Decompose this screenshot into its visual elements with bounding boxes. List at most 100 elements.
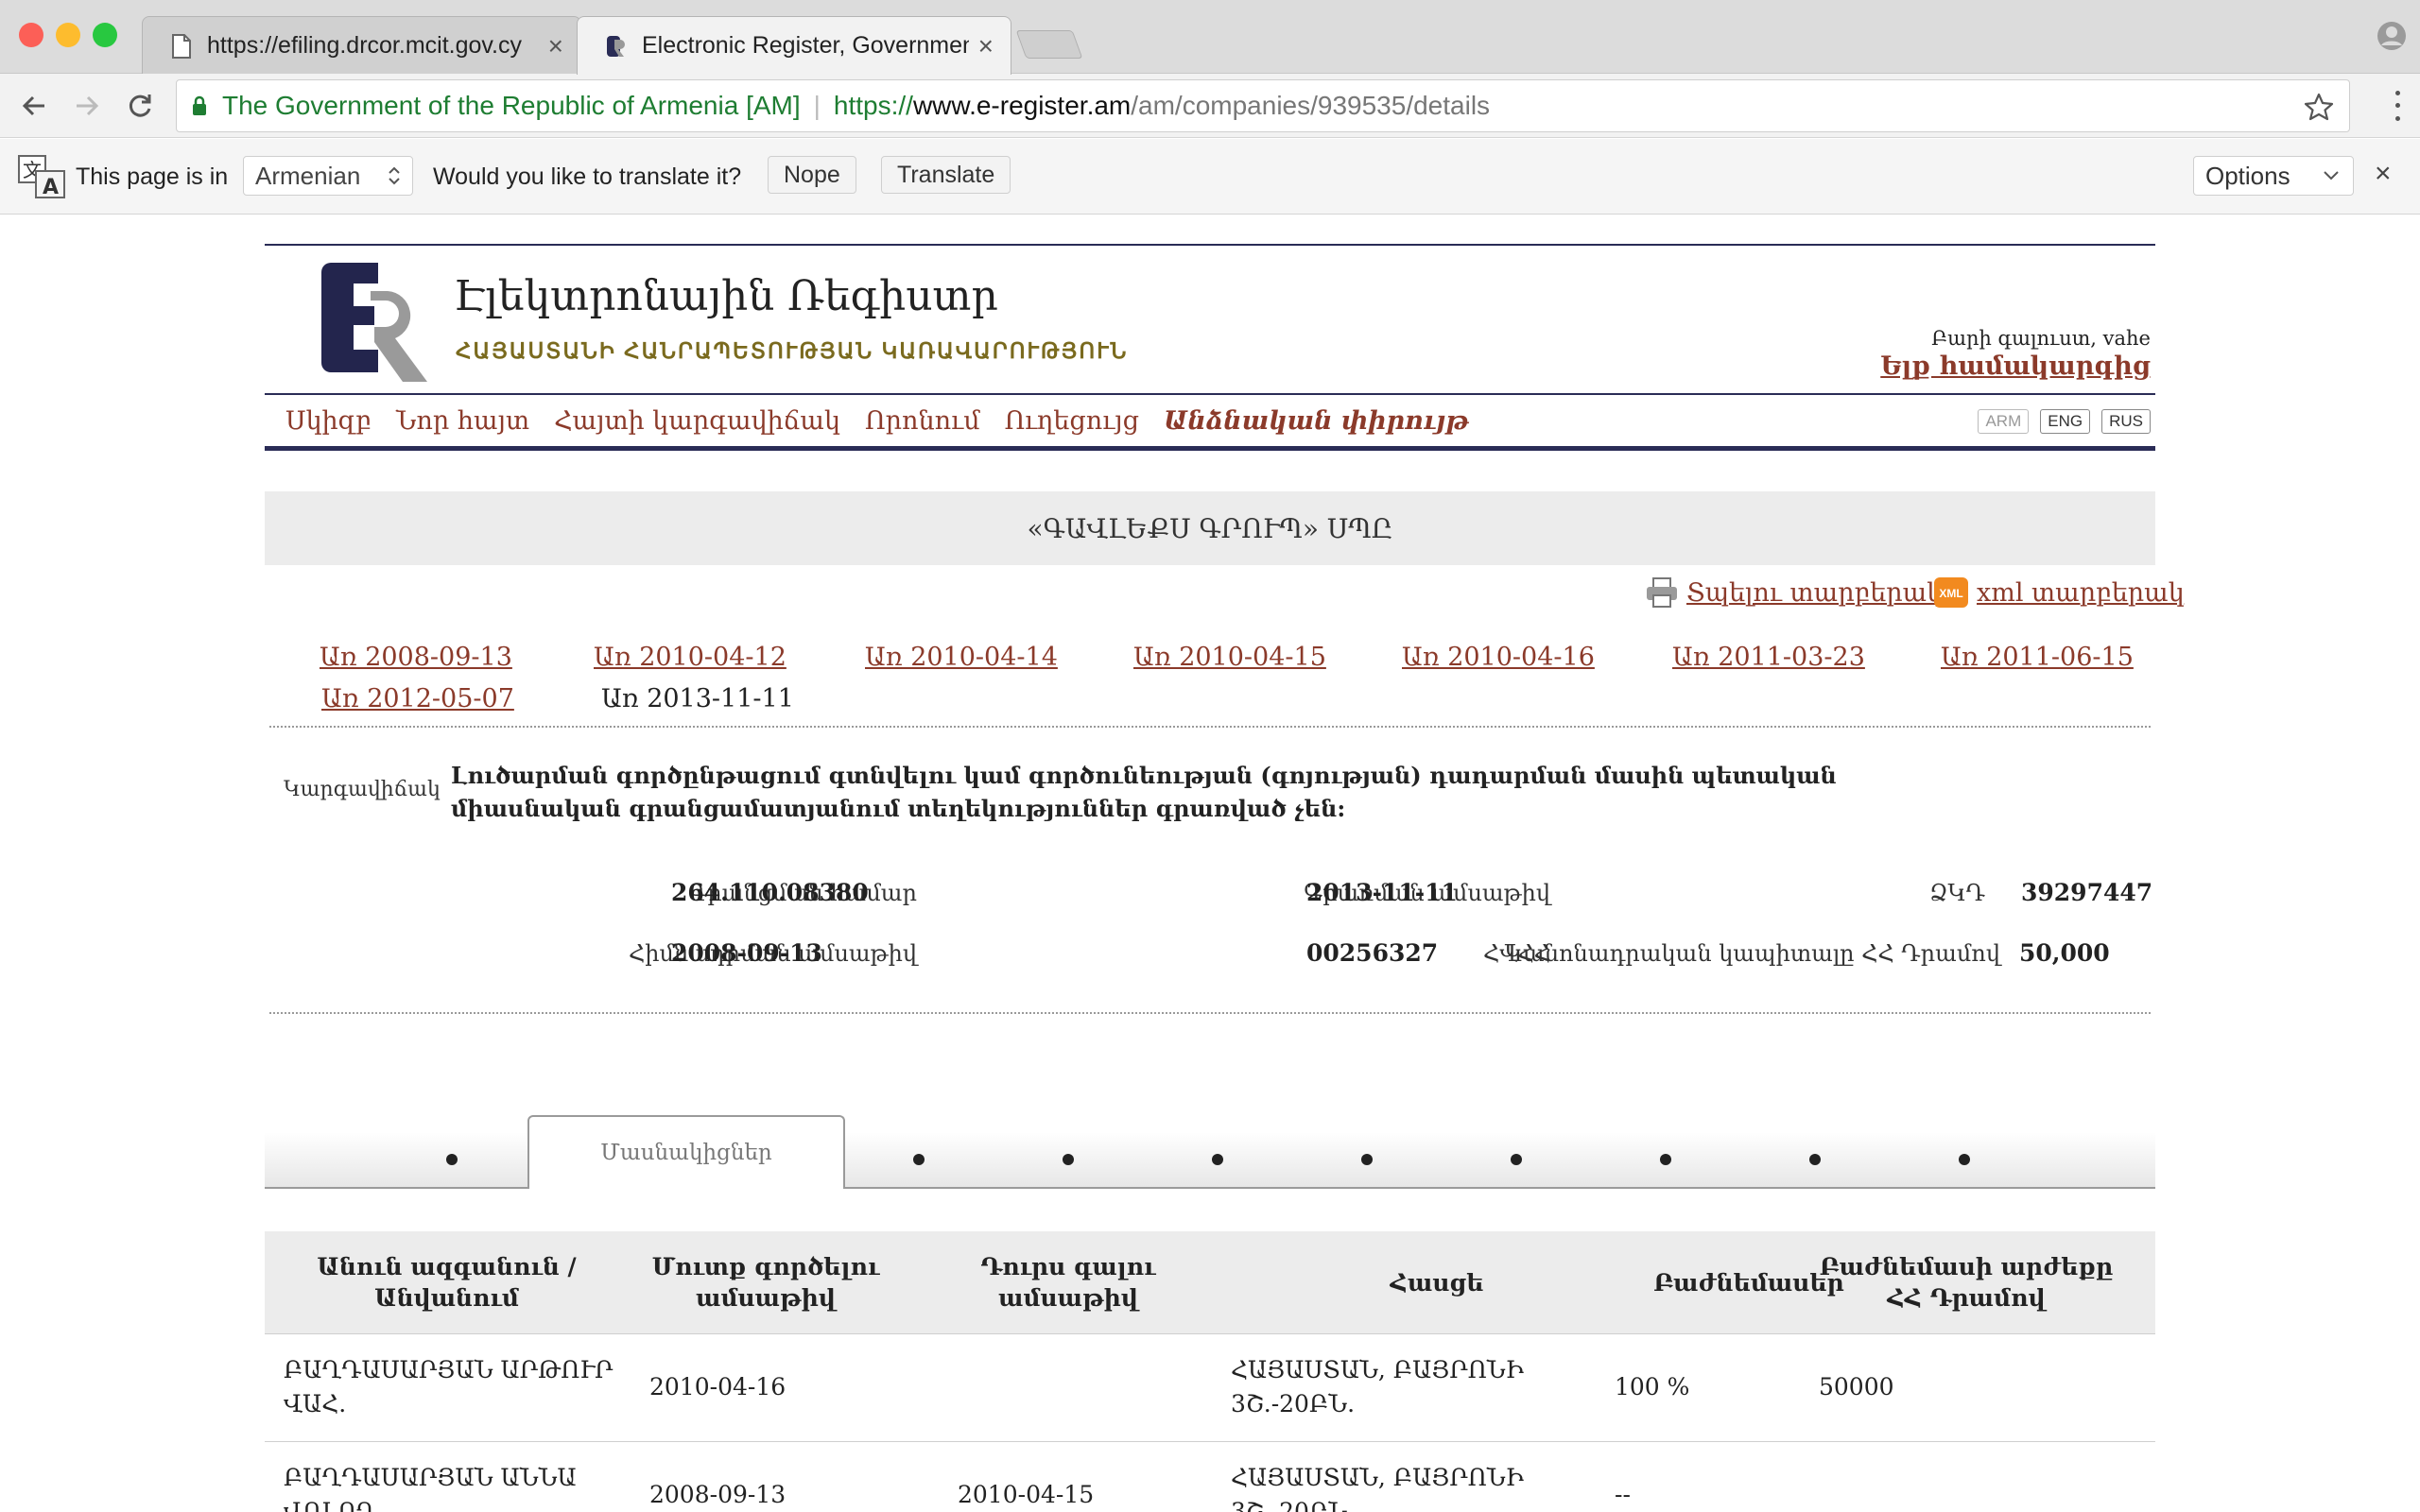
nav-bottom-rule (265, 446, 2155, 451)
document-icon (172, 33, 191, 59)
printer-icon (1647, 577, 1677, 608)
tab-bullet[interactable] (1959, 1154, 1970, 1165)
e-register-logo (321, 263, 427, 382)
nav-guide[interactable]: Ուղեցույց (1005, 406, 1139, 436)
reload-button[interactable] (119, 85, 161, 127)
tab-title: https://efiling.drcor.mcit.gov.cy (207, 32, 522, 59)
tab-bullet[interactable] (1063, 1154, 1074, 1165)
url-scheme: https:// (833, 91, 913, 120)
back-button[interactable] (13, 85, 55, 127)
xml-version-link[interactable]: xml տարբերակ (1977, 578, 2185, 608)
language-switcher: ARM ENG RUS (1978, 409, 2151, 434)
detail-tabs: Մասնակիցներ (265, 1113, 2155, 1189)
browser-menu-icon[interactable] (2388, 87, 2407, 125)
status-label: Կարգավիճակ (284, 778, 441, 801)
member-name: ԲԱՂԴԱՍԱՐՅԱՆ ԱՆՆԱ ՎՈԼՈԴ. (284, 1464, 577, 1512)
lang-arm-button[interactable]: ARM (1978, 409, 2030, 434)
options-label: Options (2205, 161, 2290, 190)
main-nav: Սկիզբ Նոր հայտ Հայտի կարգավիճակ Որոնում … (285, 406, 1469, 436)
member-exit-date: 2010-04-15 (958, 1481, 1095, 1508)
translate-button[interactable]: Translate (881, 156, 1011, 194)
forward-button[interactable] (66, 85, 108, 127)
site-identity[interactable]: The Government of the Republic of Armeni… (222, 91, 801, 121)
founded-date-value: 2008-09-13 (671, 939, 822, 967)
translate-options-select[interactable]: Options (2193, 156, 2354, 196)
member-entry-date: 2010-04-16 (649, 1373, 786, 1400)
status-text: Լուծարման գործընթացում գտնվելու կամ գործ… (451, 762, 1837, 822)
page-language-select[interactable]: Armenian (243, 156, 413, 196)
tab-close-icon[interactable]: × (978, 31, 994, 61)
column-header-name: Անուն ազգանուն / Անվանում (317, 1253, 577, 1312)
nav-home[interactable]: Սկիզբ (285, 406, 372, 436)
member-share-value: 50000 (1819, 1373, 1894, 1400)
nav-personal-area[interactable]: Անձնական փիրույթ (1164, 406, 1469, 436)
nav-application-status[interactable]: Հայտի կարգավիճակ (554, 406, 840, 436)
member-address: ՀԱՅԱՍՏԱՆ, ԲԱՅՐՈՆԻ 3Շ.-20ԲՆ. (1231, 1356, 1524, 1418)
lang-rus-button[interactable]: RUS (2101, 409, 2151, 434)
svg-text:A: A (43, 176, 59, 199)
history-date-link[interactable]: Առ 2011-03-23 (1672, 643, 1865, 672)
column-header-address: Հասցե (1390, 1268, 1484, 1297)
bookmark-star-icon[interactable] (2304, 92, 2334, 122)
address-bar[interactable]: The Government of the Republic of Armeni… (176, 79, 2350, 132)
vat-value: 00256327 (1306, 939, 1439, 967)
print-version: Տպելու տարբերակ (1645, 576, 1943, 609)
tab-bullet[interactable] (1809, 1154, 1821, 1165)
nav-search[interactable]: Որոնում (865, 406, 980, 436)
tab-bullet[interactable] (1660, 1154, 1671, 1165)
column-header-exit-date: Դուրս գալու ամսաթիվ (980, 1253, 1156, 1312)
translate-bar-close-icon[interactable]: × (2375, 158, 2392, 190)
welcome-text: Բարի գալուստ, vahe (1931, 327, 2151, 350)
history-date-link[interactable]: Առ 2010-04-16 (1402, 643, 1595, 672)
member-share: 100 % (1615, 1373, 1690, 1400)
current-date: Առ 2013-11-11 (601, 684, 794, 713)
table-row: ԲԱՂԴԱՍԱՐՅԱՆ ԱՆՆԱ ՎՈԼՈԴ. 2008-09-13 2010-… (265, 1441, 2155, 1512)
tab-bullet[interactable] (1212, 1154, 1223, 1165)
url-host: www.e-register.am (912, 91, 1132, 120)
window-close-button[interactable] (19, 23, 43, 47)
translate-bar: 文 A This page is in Armenian Would you l… (0, 139, 2420, 215)
translate-prefix: This page is in (76, 163, 229, 190)
company-name-bar: «ԳԱՎԼԵՔՍ ԳՐՈՒՊ» ՍՊԸ (265, 491, 2155, 565)
chevron-down-icon (2324, 171, 2339, 180)
profile-icon[interactable] (2377, 21, 2407, 51)
updown-chevron-icon (389, 166, 400, 185)
lang-eng-button[interactable]: ENG (2040, 409, 2091, 434)
tab-bullet[interactable] (1361, 1154, 1373, 1165)
nope-button[interactable]: Nope (768, 156, 856, 194)
table-header: Անուն ազգանուն / Անվանում Մուտք գործելու… (265, 1231, 2155, 1333)
nav-top-rule (265, 393, 2155, 395)
tab-bullet[interactable] (446, 1154, 458, 1165)
history-date-link[interactable]: Առ 2010-04-14 (865, 643, 1058, 672)
translate-icon: 文 A (18, 155, 65, 199)
tab-title: Electronic Register, Government of the R… (642, 32, 969, 59)
arrow-right-icon (77, 95, 99, 116)
tab-close-icon[interactable]: × (548, 31, 563, 61)
tab-members[interactable]: Մասնակիցներ (527, 1115, 845, 1189)
window-minimize-button[interactable] (56, 23, 80, 47)
history-date-link[interactable]: Առ 2011-06-15 (1941, 643, 2134, 672)
nav-new-application[interactable]: Նոր հայտ (396, 406, 529, 436)
record-date-value: 2013-11-11 (1306, 879, 1458, 906)
logout-link[interactable]: Ելք համակարգից (1880, 352, 2151, 381)
tab-bullet[interactable] (1511, 1154, 1522, 1165)
column-header-entry-date: Մուտք գործելու ամսաթիվ (651, 1253, 880, 1312)
xml-icon: XML (1934, 577, 1968, 608)
browser-tab-e-register[interactable]: Electronic Register, Government of the R… (577, 16, 1011, 75)
tab-bullet[interactable] (913, 1154, 925, 1165)
history-date-link[interactable]: Առ 2010-04-12 (594, 643, 786, 672)
window-zoom-button[interactable] (93, 23, 117, 47)
new-tab-button[interactable] (1015, 30, 1083, 59)
history-date-link[interactable]: Առ 2010-04-15 (1133, 643, 1326, 672)
member-share: -- (1615, 1481, 1631, 1508)
history-date-link[interactable]: Առ 2012-05-07 (321, 684, 514, 713)
reload-icon (129, 94, 151, 117)
browser-toolbar: The Government of the Republic of Armeni… (0, 74, 2420, 138)
separator: | (813, 91, 821, 120)
print-version-link[interactable]: Տպելու տարբերակ (1686, 578, 1943, 608)
browser-tab-efiling[interactable]: https://efiling.drcor.mcit.gov.cy × (142, 16, 581, 75)
url-path: /am/companies/939535/details (1131, 91, 1491, 120)
history-date-link[interactable]: Առ 2008-09-13 (320, 643, 512, 672)
dotted-divider (269, 1012, 2151, 1014)
registration-number-value: 264.110.08380 (671, 879, 869, 906)
